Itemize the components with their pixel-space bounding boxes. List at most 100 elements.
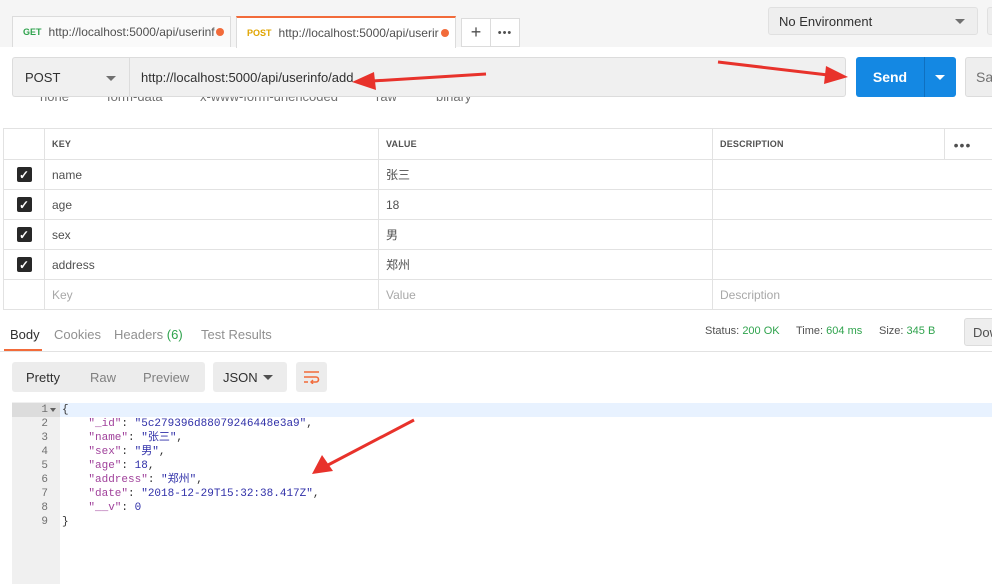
wrap-lines-icon bbox=[303, 371, 319, 384]
table-options-button[interactable]: ••• bbox=[944, 129, 980, 160]
code-line: 4 "sex": "男", bbox=[12, 445, 992, 459]
chevron-down-icon bbox=[935, 74, 945, 80]
chevron-down-icon bbox=[106, 76, 116, 81]
new-param-row: Key Value Description bbox=[3, 280, 992, 310]
table-header-row: KEY VALUE DESCRIPTION ••• bbox=[3, 129, 992, 160]
param-value-cell[interactable]: 张三 bbox=[378, 160, 712, 189]
response-time: Time: 604 ms bbox=[796, 325, 862, 337]
tab-headers[interactable]: Headers (6) bbox=[114, 327, 183, 342]
code-line: 1 { bbox=[12, 403, 992, 417]
param-key-cell[interactable]: address bbox=[44, 250, 378, 279]
request-url-input[interactable] bbox=[129, 57, 846, 97]
active-tab-indicator bbox=[4, 349, 42, 351]
param-value-cell[interactable]: 18 bbox=[378, 190, 712, 219]
new-description-input[interactable]: Description bbox=[712, 280, 992, 309]
json-key: "age" bbox=[88, 460, 122, 472]
tab-method-badge: POST bbox=[247, 28, 272, 38]
row-checkbox[interactable]: ✓ bbox=[16, 227, 32, 242]
view-pretty-button[interactable]: Pretty bbox=[26, 370, 60, 385]
body-mode-form-data[interactable]: form-data bbox=[107, 97, 163, 104]
save-button[interactable]: Sav bbox=[965, 57, 992, 97]
tab-body[interactable]: Body bbox=[10, 327, 40, 342]
line-number: 6 bbox=[41, 474, 48, 486]
param-description-cell[interactable] bbox=[712, 250, 992, 279]
row-checkbox[interactable]: ✓ bbox=[16, 197, 32, 212]
line-number: 5 bbox=[41, 460, 48, 472]
param-description-cell[interactable] bbox=[712, 160, 992, 189]
line-number: 1 bbox=[41, 404, 48, 416]
code-line: 3 "name": "张三", bbox=[12, 431, 992, 445]
param-value-cell[interactable]: 郑州 bbox=[378, 250, 712, 279]
fold-arrow-icon[interactable] bbox=[50, 408, 56, 412]
view-mode-group: Pretty Raw Preview bbox=[12, 362, 205, 392]
send-label: Send bbox=[872, 69, 908, 85]
tab-cookies[interactable]: Cookies bbox=[54, 327, 101, 342]
tab-headers-label: Headers bbox=[114, 327, 164, 342]
line-number: 9 bbox=[41, 516, 48, 528]
json-value: 18 bbox=[134, 460, 148, 472]
param-key-cell[interactable]: age bbox=[44, 190, 378, 219]
row-checkbox[interactable]: ✓ bbox=[16, 257, 32, 272]
send-button[interactable]: Send bbox=[856, 57, 956, 97]
param-value-cell[interactable]: 男 bbox=[378, 220, 712, 249]
request-tab-post[interactable]: POST http://localhost:5000/api/userir bbox=[236, 16, 456, 48]
unsaved-dot-icon bbox=[441, 29, 449, 37]
line-number: 8 bbox=[41, 502, 48, 514]
request-tab-get[interactable]: GET http://localhost:5000/api/userinf bbox=[12, 16, 231, 47]
tab-test-results[interactable]: Test Results bbox=[201, 327, 272, 342]
response-size: Size: 345 B bbox=[879, 325, 935, 337]
header-check-cell bbox=[3, 129, 44, 159]
chevron-down-icon bbox=[955, 19, 965, 24]
json-value: "男" bbox=[134, 446, 159, 458]
json-value: "5c279396d88079246448e3a9" bbox=[134, 418, 307, 430]
request-tab-bar: GET http://localhost:5000/api/userinf PO… bbox=[0, 0, 992, 48]
code-line: 9 } bbox=[12, 515, 992, 529]
more-dots-icon: ••• bbox=[953, 136, 972, 153]
line-number: 3 bbox=[41, 432, 48, 444]
param-key-cell[interactable]: name bbox=[44, 160, 378, 189]
row-checkbox[interactable]: ✓ bbox=[16, 167, 32, 182]
column-header-value: VALUE bbox=[378, 129, 712, 159]
headers-count-badge: (6) bbox=[166, 327, 183, 342]
json-value: "张三" bbox=[141, 432, 177, 444]
param-description-cell[interactable] bbox=[712, 190, 992, 219]
param-key-cell[interactable]: sex bbox=[44, 220, 378, 249]
time-label: Time: bbox=[796, 325, 824, 337]
json-key: "date" bbox=[88, 488, 129, 500]
response-status: Status: 200 OK bbox=[705, 325, 780, 337]
code-text: { bbox=[62, 404, 69, 416]
http-method-select[interactable]: POST bbox=[12, 57, 129, 97]
tab-options-button[interactable]: ••• bbox=[490, 18, 520, 47]
table-row: ✓ age 18 bbox=[3, 190, 992, 220]
environment-select[interactable]: No Environment bbox=[768, 7, 978, 35]
body-mode-urlencoded[interactable]: x-www-form-urlencoded bbox=[200, 97, 338, 104]
code-line: 7 "date": "2018-12-29T15:32:38.417Z", bbox=[12, 487, 992, 501]
body-mode-binary[interactable]: binary bbox=[436, 97, 471, 104]
format-select[interactable]: JSON bbox=[213, 362, 287, 392]
param-description-cell[interactable] bbox=[712, 220, 992, 249]
line-number: 2 bbox=[41, 418, 48, 430]
json-key: "__v" bbox=[88, 502, 122, 514]
json-value: 0 bbox=[134, 502, 142, 514]
response-body-editor[interactable]: 1 { 2 "_id": "5c279396d88079246448e3a9",… bbox=[12, 402, 992, 584]
table-row: ✓ address 郑州 bbox=[3, 250, 992, 280]
more-dots-icon: ••• bbox=[497, 26, 513, 39]
status-value: 200 OK bbox=[742, 325, 780, 337]
download-label: Dow bbox=[973, 324, 992, 340]
size-label: Size: bbox=[879, 325, 904, 337]
code-line: 2 "_id": "5c279396d88079246448e3a9", bbox=[12, 417, 992, 431]
environment-quick-look-button[interactable] bbox=[987, 7, 992, 35]
download-button[interactable]: Dow bbox=[964, 318, 992, 346]
body-mode-raw[interactable]: raw bbox=[376, 97, 397, 104]
wrap-lines-button[interactable] bbox=[296, 362, 327, 392]
column-header-key: KEY bbox=[44, 129, 378, 159]
save-label: Sav bbox=[976, 69, 992, 85]
new-key-input[interactable]: Key bbox=[44, 280, 378, 309]
new-tab-button[interactable]: + bbox=[461, 18, 491, 47]
code-line: 5 "age": 18, bbox=[12, 459, 992, 473]
form-params-table: KEY VALUE DESCRIPTION ••• ✓ name 张三 ✓ ag… bbox=[3, 128, 992, 310]
new-value-input[interactable]: Value bbox=[378, 280, 712, 309]
view-raw-button[interactable]: Raw bbox=[90, 370, 116, 385]
body-mode-none[interactable]: none bbox=[40, 97, 69, 104]
view-preview-button[interactable]: Preview bbox=[143, 370, 189, 385]
